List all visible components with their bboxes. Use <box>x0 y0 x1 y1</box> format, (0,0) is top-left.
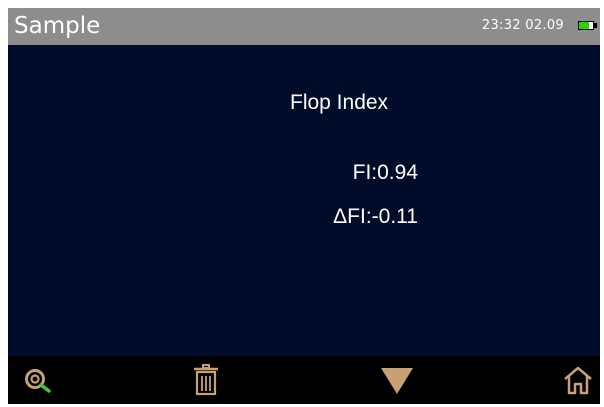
flop-index-value: FI:0.94 <box>352 161 418 184</box>
measure-target-icon <box>25 369 51 393</box>
bottom-toolbar <box>8 356 600 404</box>
home-button[interactable] <box>556 362 600 398</box>
clock: 23:32 02.09 <box>482 18 564 34</box>
date-text: 02.09 <box>525 18 564 33</box>
delete-button[interactable] <box>184 362 228 398</box>
triangle-down-icon <box>381 368 413 394</box>
delta-flop-index-value: ΔFI:-0.11 <box>333 205 418 228</box>
battery-tip <box>594 23 597 28</box>
next-button[interactable] <box>375 362 419 398</box>
status-bar: Sample 23:32 02.09 <box>8 8 600 45</box>
device-screen: Sample 23:32 02.09 Flop Index FI:0.94 ΔF… <box>8 8 600 404</box>
battery-icon <box>578 21 594 30</box>
page-title: Sample <box>14 13 101 39</box>
time-text: 23:32 <box>481 18 521 33</box>
battery-level-fill <box>579 22 589 29</box>
trash-icon <box>194 364 218 396</box>
measurement-heading: Flop Index <box>290 91 389 114</box>
measurement-panel: Flop Index FI:0.94 ΔFI:-0.11 <box>8 45 600 356</box>
measure-button[interactable] <box>18 362 62 398</box>
home-icon <box>564 366 592 395</box>
